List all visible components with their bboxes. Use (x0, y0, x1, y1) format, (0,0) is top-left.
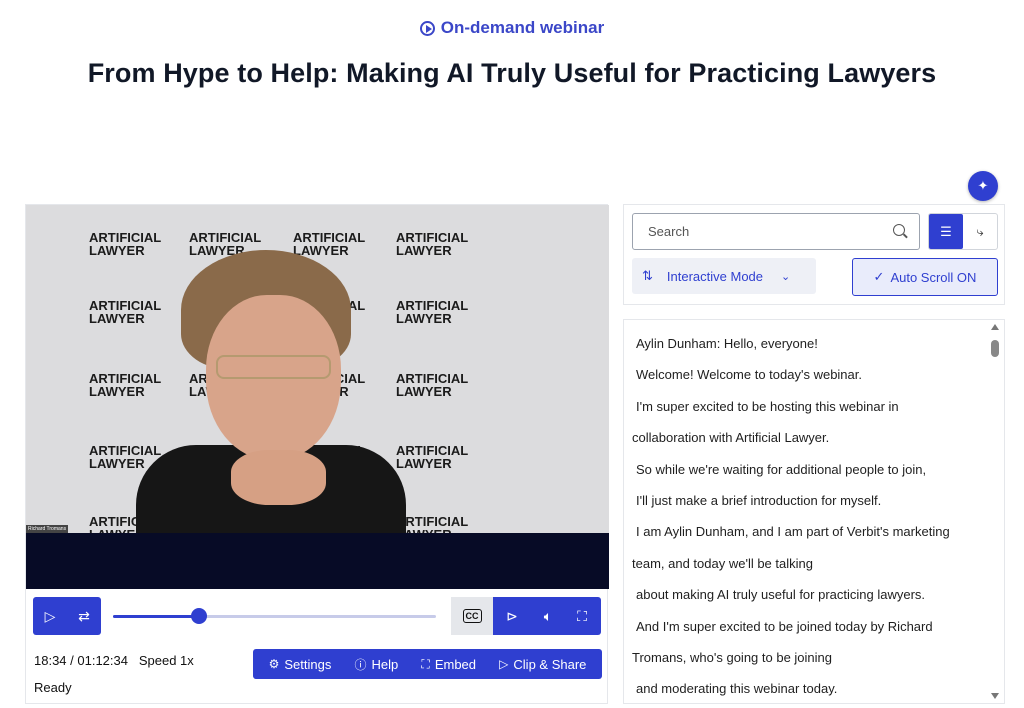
help-button[interactable]: ⓘ Help (354, 656, 398, 673)
loop-button[interactable]: ⇄ (67, 597, 101, 635)
speaker-name-tag: Richard Tromans (26, 525, 69, 533)
video-frame[interactable]: ARTIFICIAL LAWYER ARTIFICIAL LAWYER ARTIFICI… (26, 205, 609, 589)
video-player: ARTIFICIAL LAWYER ARTIFICIAL LAWYER ARTIFICI… (25, 204, 609, 704)
video-letterbox (26, 533, 609, 589)
closed-captions-icon: CC (462, 609, 482, 623)
transcript-panel[interactable]: Aylin Dunham: Hello, everyone! Welcome! W… (623, 319, 1005, 704)
scroll-up-arrow-icon[interactable] (991, 324, 999, 330)
transcript-line[interactable]: I'm super excited to be hosting this web… (632, 395, 987, 426)
time-readout: 18:34 / 01:12:34 Speed 1x (34, 653, 194, 668)
backdrop-logo: ARTIFICIALLAWYER (396, 443, 469, 471)
clip-share-label: Clip & Share (513, 656, 587, 672)
transcript-line[interactable]: team, and today we'll be talking (632, 552, 987, 583)
repeat-icon: ⇄ (78, 607, 90, 624)
speed-label: Speed 1x (138, 653, 194, 668)
playback-buttons: ▷ ⇄ (33, 597, 101, 635)
page-title: From Hype to Help: Making AI Truly Usefu… (87, 58, 937, 88)
settings-label: Settings (284, 656, 332, 672)
auto-scroll-toggle[interactable]: ✓ Auto Scroll ON (852, 258, 998, 296)
speaker-image (136, 250, 406, 540)
speaker-icon: 🔈︎ (543, 607, 553, 624)
progress-slider[interactable] (113, 608, 436, 624)
settings-button[interactable]: ⚙ Settings (269, 657, 332, 672)
embed-button[interactable]: ⛶ Embed (421, 657, 476, 672)
backdrop-logo: ARTIFICIALLAWYER (396, 298, 469, 326)
backdrop-logo: ARTIFICIALLAWYER (396, 371, 469, 399)
webinar-eyebrow: On-demand webinar (0, 18, 1024, 38)
player-actions-bar: ⚙ Settings ⓘ Help ⛶ Embed ▷ Clip & Share (253, 649, 602, 679)
transcript-line[interactable]: Welcome! Welcome to today's webinar. (632, 363, 987, 394)
flow-view-button[interactable]: ⤷ (963, 214, 997, 249)
transcript-line[interactable]: Tromans, who's going to be joining (632, 646, 987, 677)
gear-icon: ⚙ (268, 657, 280, 671)
clip-share-button[interactable]: ▷ Clip & Share (499, 657, 586, 672)
transcript-line[interactable]: I'll just make a brief introduction for … (632, 489, 987, 520)
list-icon: ☰ (940, 223, 952, 239)
check-icon: ✓ (873, 269, 885, 284)
transcript-line[interactable]: about making AI truly useful for practic… (632, 583, 987, 614)
captions-button[interactable]: CC (451, 597, 493, 635)
playback-rate-button[interactable]: ⊳ (493, 597, 531, 635)
transcript-line[interactable]: collaboration with Artificial Lawyer. (632, 426, 987, 457)
list-view-button[interactable]: ☰ (929, 214, 963, 249)
chevron-down-icon: ⌄ (781, 270, 791, 283)
mode-label: Interactive Mode (666, 268, 764, 284)
mode-dropdown[interactable]: ⇅ Interactive Mode ⌄ (632, 258, 816, 294)
sparkle-icon: ✦ (977, 178, 989, 193)
fullscreen-icon: ⛶ (577, 607, 587, 624)
auto-scroll-label: Auto Scroll ON (890, 269, 977, 285)
transcript-line[interactable]: And I'm super excited to be joined today… (632, 615, 987, 646)
transcript-line[interactable]: So while we're waiting for additional pe… (632, 458, 987, 489)
info-icon: ⓘ (354, 657, 367, 672)
time-elapsed-total: 18:34 / 01:12:34 (34, 653, 128, 668)
transcript-lines: Aylin Dunham: Hello, everyone! Welcome! W… (632, 332, 987, 703)
eyebrow-label: On-demand webinar (440, 18, 605, 37)
ai-assistant-button[interactable]: ✦ (968, 171, 998, 201)
progress-fill (113, 615, 199, 618)
embed-icon: ⛶ (421, 656, 430, 671)
fullscreen-button[interactable]: ⛶ (565, 597, 599, 635)
play-icon: ▷ (44, 607, 56, 624)
sort-arrows-icon: ⇅ (642, 268, 653, 283)
help-label: Help (371, 656, 399, 672)
view-toggle: ☰ ⤷ (928, 213, 998, 250)
search-input[interactable] (633, 214, 873, 249)
player-status: Ready (34, 680, 72, 695)
transcript-line[interactable]: I am Aylin Dunham, and I am part of Verb… (632, 520, 987, 551)
transcript-line[interactable]: Aylin Dunham: Hello, everyone! (632, 332, 987, 363)
play-button[interactable]: ▷ (33, 597, 67, 635)
scroll-thumb[interactable] (991, 340, 999, 357)
transcript-line[interactable]: and moderating this webinar today. (632, 677, 987, 703)
search-field (632, 213, 920, 250)
media-buttons: CC ⊳ 🔈︎ ⛶ (451, 597, 601, 635)
send-icon: ▷ (499, 657, 509, 671)
progress-handle[interactable] (191, 608, 207, 624)
scroll-down-arrow-icon[interactable] (991, 693, 999, 699)
circle-play-icon: ⊳ (506, 607, 518, 624)
player-controls: ▷ ⇄ CC ⊳ 🔈︎ ⛶ (33, 597, 601, 635)
transcript-scrollbar[interactable] (990, 324, 1000, 699)
route-icon: ⤷ (976, 223, 984, 239)
transcript-toolbar: ☰ ⤷ ⇅ Interactive Mode ⌄ ✓ Auto Scroll O… (623, 204, 1005, 305)
play-circle-icon (419, 20, 435, 36)
volume-button[interactable]: 🔈︎ (531, 597, 565, 635)
backdrop-logo: ARTIFICIALLAWYER (396, 230, 469, 258)
search-icon[interactable] (893, 224, 905, 236)
embed-label: Embed (434, 656, 477, 672)
